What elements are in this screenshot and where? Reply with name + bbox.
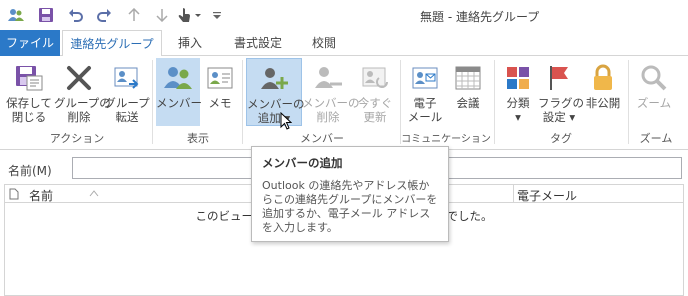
- ribbon-divider: [242, 60, 243, 144]
- save-and-close-icon: [16, 66, 43, 91]
- follow-up-button[interactable]: フラグの 設定 ▾: [538, 58, 584, 126]
- group-label-zoom: ズーム: [639, 132, 673, 145]
- calendar-icon: [455, 66, 481, 90]
- remove-member-button[interactable]: メンバーの 削除: [302, 58, 360, 126]
- title-bar: 無題 - 連絡先グループ: [0, 0, 688, 30]
- forward-group-button[interactable]: グループ 転送: [104, 58, 150, 126]
- members-view-button[interactable]: メンバー: [156, 58, 202, 126]
- lock-icon: [594, 64, 612, 90]
- group-label-tags: タグ: [550, 132, 572, 145]
- item-type-icon: [9, 188, 19, 200]
- delete-group-button[interactable]: グループの 削除: [54, 58, 111, 126]
- up-icon[interactable]: [124, 5, 144, 25]
- add-member-icon: [261, 68, 288, 89]
- group-label-actions: アクション: [49, 132, 105, 145]
- add-members-button[interactable]: メンバーの追加 ▾: [246, 58, 305, 126]
- tab-format[interactable]: 書式設定: [222, 30, 294, 56]
- name-label: 名前(M): [8, 164, 52, 178]
- ribbon-divider: [152, 60, 153, 144]
- customize-icon[interactable]: [210, 5, 224, 25]
- undo-icon[interactable]: [66, 5, 86, 25]
- touch-icon[interactable]: [176, 5, 204, 25]
- redo-icon[interactable]: [94, 5, 114, 25]
- zoom-button[interactable]: ズーム: [632, 58, 676, 126]
- magnifier-icon: [641, 65, 667, 91]
- tab-file[interactable]: ファイル: [0, 30, 60, 56]
- email-button[interactable]: 電子 メール: [404, 58, 446, 126]
- remove-member-icon: [315, 67, 342, 88]
- tooltip: メンバーの追加 Outlook の連絡先やアドレス帳からこの連絡先グループにメン…: [251, 146, 449, 242]
- categorize-icon: [507, 67, 529, 89]
- tab-review[interactable]: 校閲: [302, 30, 346, 56]
- tooltip-body: Outlook の連絡先やアドレス帳からこの連絡先グループにメンバーを追加するか…: [262, 179, 438, 234]
- window-title: 無題 - 連絡先グループ: [420, 10, 540, 24]
- group-label-communicate: コミュニケーション: [401, 134, 491, 145]
- column-divider[interactable]: [513, 185, 514, 203]
- tab-contact-group[interactable]: 連絡先グループ: [62, 30, 162, 57]
- save-icon[interactable]: [36, 5, 56, 25]
- contacts-icon[interactable]: [6, 5, 26, 25]
- update-now-button[interactable]: 今すぐ 更新: [354, 58, 396, 126]
- column-header-name[interactable]: 名前: [29, 187, 53, 204]
- notes-view-button[interactable]: メモ: [202, 58, 238, 126]
- forward-group-icon: [114, 67, 139, 89]
- members-icon: [164, 67, 192, 89]
- notes-icon: [207, 67, 233, 89]
- column-header-email[interactable]: 電子メール: [517, 187, 577, 204]
- ribbon-divider: [628, 60, 629, 144]
- email-icon: [412, 67, 438, 89]
- group-label-members: メンバー: [300, 132, 344, 145]
- sort-ascending-icon: [89, 190, 99, 197]
- delete-x-icon: [67, 66, 91, 90]
- save-and-close-button[interactable]: 保存して 閉じる: [4, 58, 54, 126]
- update-icon: [362, 67, 388, 88]
- ribbon-tab-bar: ファイル 連絡先グループ 挿入 書式設定 校閲: [0, 30, 688, 57]
- tab-insert[interactable]: 挿入: [168, 30, 212, 56]
- mouse-cursor-icon: [280, 112, 292, 130]
- ribbon: 保存して 閉じる グループの 削除 グループ 転送 アクション メンバー メモ 表示 …: [0, 56, 688, 150]
- group-label-show: 表示: [187, 132, 209, 145]
- private-button[interactable]: 非公開: [582, 58, 624, 126]
- categorize-button[interactable]: 分類 ▾: [498, 58, 538, 126]
- ribbon-divider: [494, 60, 495, 144]
- down-icon[interactable]: [152, 5, 172, 25]
- meeting-button[interactable]: 会議: [448, 58, 488, 126]
- flag-icon: [550, 66, 568, 90]
- tooltip-title: メンバーの追加: [262, 156, 343, 170]
